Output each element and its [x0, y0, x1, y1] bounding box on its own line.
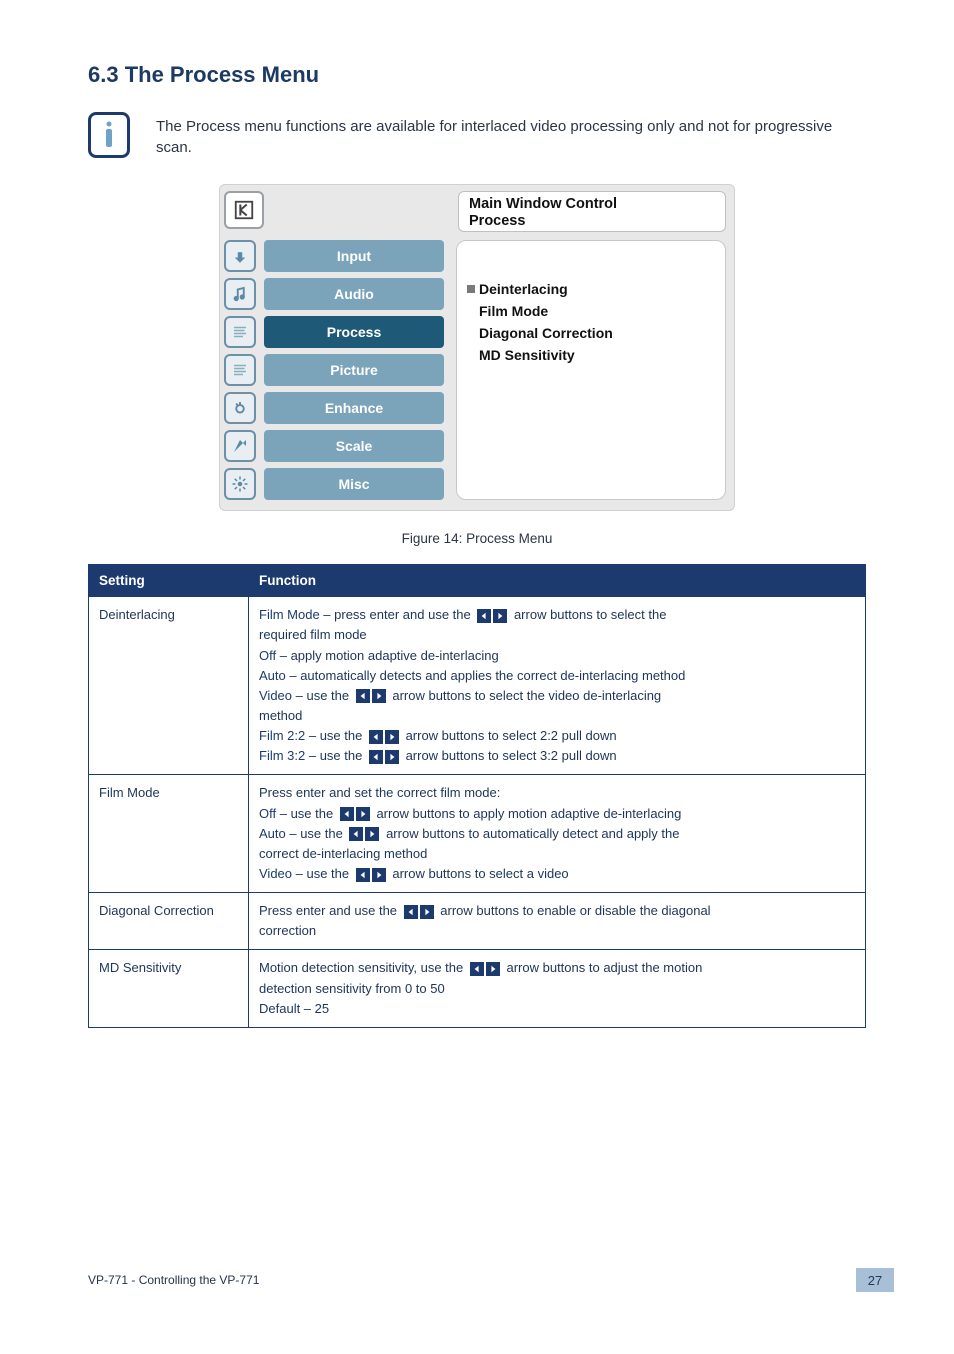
intro-paragraph: The Process menu functions are available…: [156, 112, 866, 158]
osd-title: Main Window Control Process: [458, 191, 726, 232]
osd-menu: Input Audio Process Picture Enhance Scale Misc: [224, 240, 444, 500]
section-heading: 6.3 The Process Menu: [88, 62, 866, 88]
enhance-icon: [224, 392, 256, 424]
osd-menu-item-scale[interactable]: Scale: [224, 430, 444, 462]
kramer-logo-icon: [224, 191, 264, 229]
osd-panel-item: Film Mode: [467, 303, 713, 319]
function-cell: Press enter and use the arrow buttons to…: [249, 893, 866, 950]
function-table: Setting Function DeinterlacingFilm Mode …: [88, 564, 866, 1028]
osd-menu-item-process[interactable]: Process: [224, 316, 444, 348]
setting-cell: Diagonal Correction: [89, 893, 249, 950]
table-row: MD SensitivityMotion detection sensitivi…: [89, 950, 866, 1027]
osd-menu-item-misc[interactable]: Misc: [224, 468, 444, 500]
input-icon: [224, 240, 256, 272]
table-header-setting: Setting: [89, 565, 249, 597]
table-header-function: Function: [249, 565, 866, 597]
arrow-left-right-icon: [470, 962, 500, 976]
osd-menu-label: Scale: [264, 430, 444, 462]
scale-icon: [224, 430, 256, 462]
table-row: Film ModePress enter and set the correct…: [89, 775, 866, 893]
page-number: 27: [856, 1268, 894, 1292]
function-cell: Film Mode – press enter and use the arro…: [249, 597, 866, 775]
picture-icon: [224, 354, 256, 386]
process-icon: [224, 316, 256, 348]
osd-screenshot: Main Window Control Process Input Audio Pr…: [219, 184, 735, 511]
osd-menu-label: Input: [264, 240, 444, 272]
osd-panel-heading: Deinterlacing: [479, 281, 568, 297]
osd-menu-label: Process: [264, 316, 444, 348]
osd-menu-label: Audio: [264, 278, 444, 310]
bullet-icon: [467, 285, 475, 293]
osd-panel-item: MD Sensitivity: [467, 347, 713, 363]
setting-cell: Deinterlacing: [89, 597, 249, 775]
function-cell: Motion detection sensitivity, use the ar…: [249, 950, 866, 1027]
arrow-left-right-icon: [369, 750, 399, 764]
osd-menu-label: Misc: [264, 468, 444, 500]
figure-caption: Figure 14: Process Menu: [88, 531, 866, 546]
misc-icon: [224, 468, 256, 500]
table-row: DeinterlacingFilm Mode – press enter and…: [89, 597, 866, 775]
setting-cell: Film Mode: [89, 775, 249, 893]
osd-panel: Deinterlacing Film Mode Diagonal Correcti…: [456, 240, 726, 500]
function-cell: Press enter and set the correct film mod…: [249, 775, 866, 893]
osd-title-line1: Main Window Control: [469, 196, 715, 213]
arrow-left-right-icon: [356, 689, 386, 703]
osd-menu-item-audio[interactable]: Audio: [224, 278, 444, 310]
arrow-left-right-icon: [356, 868, 386, 882]
setting-cell: MD Sensitivity: [89, 950, 249, 1027]
osd-menu-label: Enhance: [264, 392, 444, 424]
table-row: Diagonal CorrectionPress enter and use t…: [89, 893, 866, 950]
info-icon: [88, 112, 130, 158]
osd-title-line2: Process: [469, 213, 715, 230]
osd-menu-label: Picture: [264, 354, 444, 386]
arrow-left-right-icon: [349, 827, 379, 841]
osd-menu-item-picture[interactable]: Picture: [224, 354, 444, 386]
osd-panel-item: Diagonal Correction: [467, 325, 713, 341]
osd-menu-item-input[interactable]: Input: [224, 240, 444, 272]
arrow-left-right-icon: [404, 905, 434, 919]
osd-menu-item-enhance[interactable]: Enhance: [224, 392, 444, 424]
arrow-left-right-icon: [340, 807, 370, 821]
arrow-left-right-icon: [477, 609, 507, 623]
footer-text: VP-771 - Controlling the VP-771: [88, 1273, 259, 1287]
arrow-left-right-icon: [369, 730, 399, 744]
audio-icon: [224, 278, 256, 310]
